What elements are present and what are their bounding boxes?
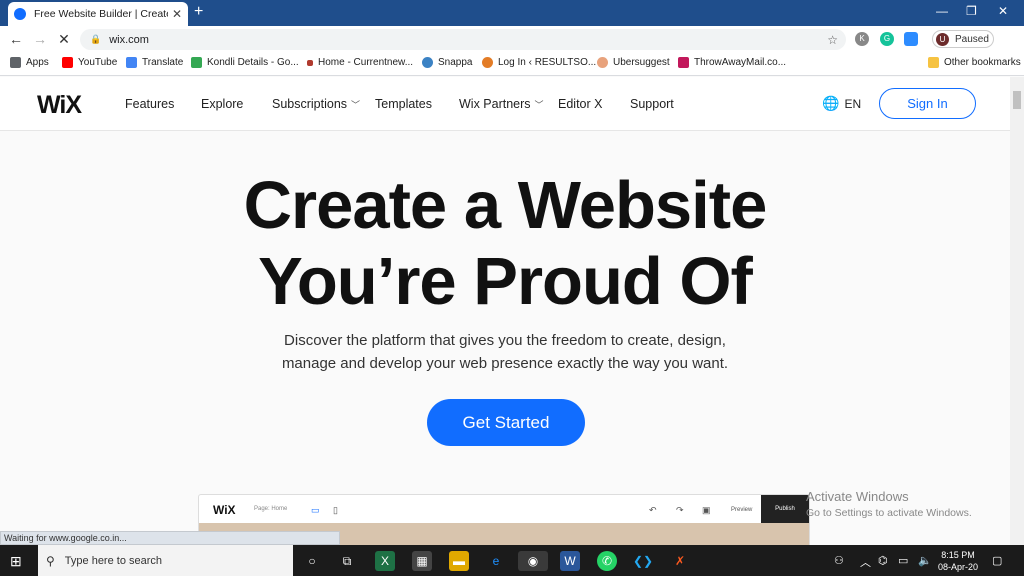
bookmarks-bar: Apps YouTube Translate Kondli Details - …	[0, 52, 1024, 76]
currentnews-icon	[307, 59, 313, 66]
translate-icon	[126, 57, 137, 68]
profile-status: Paused	[955, 33, 989, 45]
publish-label: Publish	[761, 495, 809, 523]
excel-icon[interactable]: X	[375, 551, 395, 571]
network-icon[interactable]: ⌬	[878, 554, 888, 567]
stop-loading-icon[interactable]: ✕	[52, 31, 76, 48]
lock-icon: 🔒	[90, 34, 102, 44]
sign-in-button[interactable]: Sign In	[879, 88, 976, 119]
profile-button[interactable]: U Paused	[932, 30, 994, 48]
redo-icon: ↷	[676, 505, 684, 515]
people-icon[interactable]: ⚇	[834, 554, 844, 567]
chrome-icon[interactable]: ◉	[518, 551, 548, 571]
vscode-icon[interactable]: ❮❯	[633, 551, 653, 571]
page-scrollbar[interactable]	[1010, 77, 1024, 545]
chevron-down-icon: ﹀	[351, 100, 361, 110]
folder-icon	[928, 57, 939, 68]
nav-wix-partners[interactable]: Wix Partners ﹀	[459, 97, 544, 111]
windows-taskbar: ⊞ ⚲ Type here to search ○ ⧉ X ▦ ▬ e ◉ W …	[0, 545, 1024, 576]
preview-label: Preview	[731, 507, 753, 513]
chevron-down-icon: ﹀	[534, 100, 544, 110]
taskbar-clock[interactable]: 8:15 PM 08-Apr-20	[938, 549, 978, 573]
activate-windows-watermark: Activate Windows Go to Settings to activ…	[806, 489, 972, 519]
chevron-up-icon[interactable]: ︿	[860, 554, 871, 570]
bookmark-apps[interactable]: Apps	[10, 57, 49, 68]
bookmark-currentnews[interactable]: Home - Currentnew...	[307, 57, 413, 68]
avatar: U	[936, 32, 949, 46]
bookmark-throwawaymail[interactable]: ThrowAwayMail.co...	[678, 57, 786, 68]
bookmark-translate[interactable]: Translate	[126, 57, 183, 68]
tab-title: Free Website Builder | Create a F	[34, 8, 168, 20]
hero-headline: Create a Website You’re Proud Of	[243, 168, 768, 319]
nav-explore[interactable]: Explore	[201, 97, 243, 111]
nav-support[interactable]: Support	[630, 97, 674, 111]
resultso-icon	[482, 57, 493, 68]
bookmark-snappa[interactable]: Snappa	[422, 57, 472, 68]
page-selector: Page: Home	[254, 506, 288, 512]
close-tab-icon[interactable]: ✕	[172, 7, 182, 21]
grammarly-icon[interactable]: G	[880, 32, 894, 46]
browser-tab-strip: Free Website Builder | Create a F ✕ + — …	[0, 0, 1024, 26]
taskbar-search[interactable]: ⚲ Type here to search	[38, 545, 293, 576]
store-icon[interactable]: ▦	[412, 551, 432, 571]
xampp-icon[interactable]: ✗	[670, 551, 690, 571]
back-icon[interactable]: ←	[4, 31, 28, 47]
bookmark-other[interactable]: Other bookmarks	[928, 57, 1021, 68]
snappa-icon	[422, 57, 433, 68]
save-icon: ▣	[702, 505, 711, 515]
minimize-icon[interactable]: —	[936, 4, 948, 18]
task-view-icon[interactable]: ⧉	[337, 551, 357, 571]
forward-icon[interactable]: →	[28, 31, 52, 47]
browser-tab[interactable]: Free Website Builder | Create a F ✕	[8, 2, 188, 26]
window-close-icon[interactable]: ✕	[998, 4, 1008, 18]
site-header: WiX Features Explore Subscriptions ﹀ Temp…	[0, 77, 1010, 131]
youtube-icon	[62, 57, 73, 68]
volume-icon[interactable]: 🔈	[918, 554, 932, 567]
hero-subtext: Discover the platform that gives you the…	[281, 332, 729, 372]
undo-icon: ↶	[649, 505, 657, 515]
globe-icon: 🌐	[822, 95, 840, 111]
drive-icon	[191, 57, 202, 68]
battery-icon[interactable]: ▭	[898, 554, 908, 567]
apps-grid-icon	[10, 57, 21, 68]
browser-status-bar: Waiting for www.google.co.in...	[0, 531, 340, 545]
mobile-view-icon: ▯	[333, 505, 338, 515]
desktop-view-icon: ▭	[311, 505, 320, 515]
notifications-icon[interactable]: ▢	[992, 554, 1002, 567]
word-icon[interactable]: W	[560, 551, 580, 571]
browser-toolbar: ← → ✕ 🔒 wix.com ☆	[0, 26, 1024, 52]
zoom-extension-icon[interactable]	[904, 32, 918, 46]
file-explorer-icon[interactable]: ▬	[449, 551, 469, 571]
editor-logo: WiX	[213, 503, 236, 517]
bookmark-star-icon[interactable]: ☆	[827, 33, 838, 47]
bookmark-ubersuggest[interactable]: Ubersuggest	[597, 57, 670, 68]
edge-icon[interactable]: e	[486, 551, 506, 571]
cortana-icon[interactable]: ○	[302, 551, 322, 571]
bookmark-kondli[interactable]: Kondli Details - Go...	[191, 57, 299, 68]
throwawaymail-icon	[678, 57, 689, 68]
ubersuggest-icon	[597, 57, 608, 68]
search-icon: ⚲	[46, 553, 55, 568]
nav-subscriptions[interactable]: Subscriptions ﹀	[272, 97, 360, 111]
language-selector[interactable]: 🌐 EN	[822, 95, 861, 112]
nav-features[interactable]: Features	[125, 97, 174, 111]
nav-editor-x[interactable]: Editor X	[558, 97, 602, 111]
wix-favicon-icon	[14, 8, 26, 20]
bookmark-youtube[interactable]: YouTube	[62, 57, 117, 68]
whatsapp-icon[interactable]: ✆	[597, 551, 617, 571]
address-bar[interactable]: 🔒 wix.com ☆	[80, 29, 846, 50]
bookmark-resultsonline[interactable]: Log In ‹ RESULTSO...	[482, 57, 596, 68]
wix-logo[interactable]: WiX	[37, 91, 82, 120]
get-started-button[interactable]: Get Started	[427, 399, 585, 446]
extension-k-icon[interactable]: K	[855, 32, 869, 46]
url-text: wix.com	[109, 33, 149, 46]
scrollbar-thumb[interactable]	[1013, 91, 1021, 109]
windows-start-icon[interactable]: ⊞	[10, 553, 22, 570]
new-tab-button[interactable]: +	[194, 3, 203, 21]
restore-icon[interactable]: ❐	[966, 4, 977, 18]
nav-templates[interactable]: Templates	[375, 97, 432, 111]
